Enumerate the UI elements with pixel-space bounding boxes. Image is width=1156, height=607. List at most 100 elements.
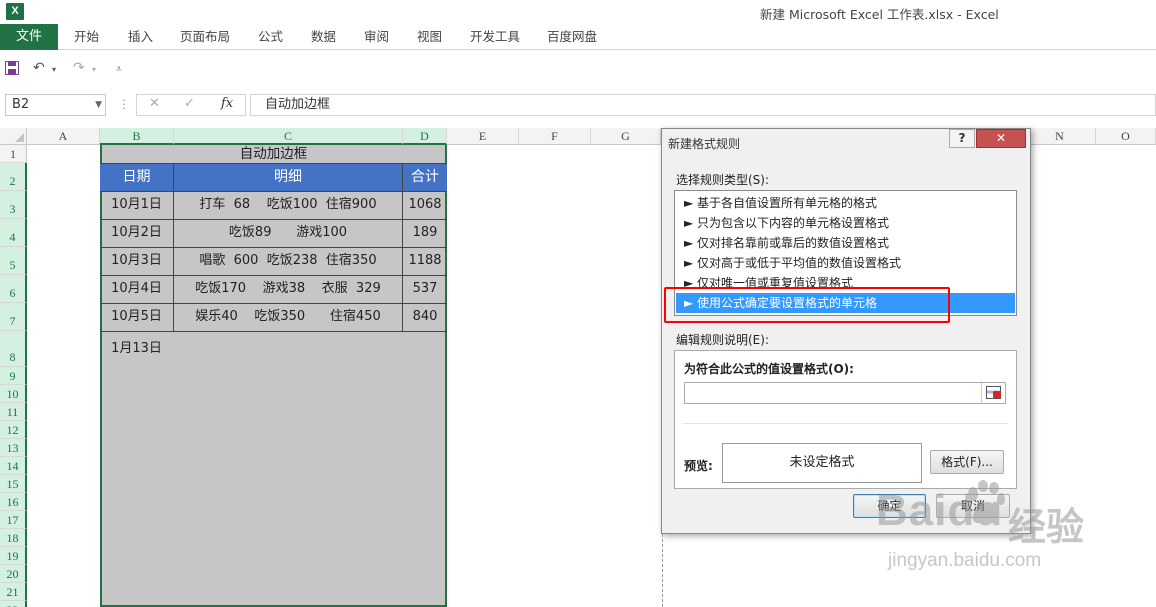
name-box-value: B2 bbox=[12, 97, 30, 112]
row-header-17[interactable]: 17 bbox=[0, 511, 27, 529]
preview-label: 预览: bbox=[684, 459, 713, 473]
formula-field[interactable] bbox=[684, 382, 1006, 404]
row-header-13[interactable]: 13 bbox=[0, 439, 27, 457]
cancel-button[interactable]: 取消 bbox=[936, 494, 1010, 518]
table-cell-detail[interactable]: 吃饭89 游戏100 bbox=[174, 219, 402, 247]
customize-icon[interactable]: ⩡ bbox=[116, 64, 122, 75]
formula-label: 为符合此公式的值设置格式(O): bbox=[684, 362, 854, 376]
select-all-corner[interactable] bbox=[0, 128, 27, 145]
tab-baidu-pan[interactable]: 百度网盘 bbox=[547, 24, 597, 50]
redo-dropdown-icon[interactable]: ▾ bbox=[92, 65, 96, 74]
table-title[interactable]: 自动加边框 bbox=[100, 145, 447, 163]
cancel-icon[interactable]: ✕ bbox=[149, 96, 160, 111]
tab-data[interactable]: 数据 bbox=[311, 24, 336, 50]
row-header-21[interactable]: 21 bbox=[0, 583, 27, 601]
ok-button[interactable]: 确定 bbox=[853, 494, 926, 518]
format-button[interactable]: 格式(F)... bbox=[930, 450, 1004, 474]
rule-item[interactable]: ► 仅对高于或低于平均值的数值设置格式 bbox=[676, 253, 1015, 273]
table-cell-total[interactable]: 1188 bbox=[403, 247, 447, 275]
edit-rule-label: 编辑规则说明(E): bbox=[676, 333, 769, 347]
row-header-14[interactable]: 14 bbox=[0, 457, 27, 475]
excel-window: X 新建 Microsoft Excel 工作表.xlsx - Excel 文件… bbox=[0, 0, 1156, 607]
highlight-box bbox=[664, 287, 950, 323]
table-cell-total[interactable]: 840 bbox=[403, 303, 447, 331]
table-cell-date[interactable]: 10月2日 bbox=[100, 219, 173, 247]
table-cell-detail[interactable]: 唱歌 600 吃饭238 住宿350 bbox=[174, 247, 402, 275]
insert-function-icon[interactable]: fx bbox=[221, 96, 233, 111]
excel-app-icon: X bbox=[6, 3, 24, 20]
row-header-3[interactable]: 3 bbox=[0, 191, 27, 219]
table-border bbox=[100, 163, 447, 164]
row-header-4[interactable]: 4 bbox=[0, 219, 27, 247]
column-header-f[interactable]: F bbox=[519, 128, 591, 145]
formula-input[interactable]: 自动加边框 bbox=[250, 94, 1156, 116]
row-header-5[interactable]: 5 bbox=[0, 247, 27, 275]
column-header-c[interactable]: C bbox=[174, 128, 403, 145]
save-icon[interactable] bbox=[5, 61, 19, 79]
table-cell-total[interactable]: 189 bbox=[403, 219, 447, 247]
header-total[interactable]: 合计 bbox=[403, 163, 447, 191]
table-cell-detail[interactable]: 娱乐40 吃饭350 住宿450 bbox=[174, 303, 402, 331]
table-cell-detail[interactable]: 吃饭170 游戏38 衣服 329 bbox=[174, 275, 402, 303]
enter-icon[interactable]: ✓ bbox=[184, 96, 195, 111]
table-cell-date[interactable]: 10月3日 bbox=[100, 247, 173, 275]
row-header-20[interactable]: 20 bbox=[0, 565, 27, 583]
column-header-o[interactable]: O bbox=[1096, 128, 1156, 145]
tab-home[interactable]: 开始 bbox=[74, 24, 99, 50]
row-header-7[interactable]: 7 bbox=[0, 303, 27, 331]
tab-formulas[interactable]: 公式 bbox=[258, 24, 283, 50]
rule-item[interactable]: ► 仅对排名靠前或靠后的数值设置格式 bbox=[676, 233, 1015, 253]
column-header-d[interactable]: D bbox=[403, 128, 447, 145]
dialog-title: 新建格式规则 bbox=[668, 137, 741, 151]
column-header-a[interactable]: A bbox=[27, 128, 100, 145]
range-select-icon[interactable] bbox=[981, 383, 1005, 403]
tab-developer[interactable]: 开发工具 bbox=[470, 24, 520, 50]
tab-page-layout[interactable]: 页面布局 bbox=[180, 24, 230, 50]
row-header-19[interactable]: 19 bbox=[0, 547, 27, 565]
close-button[interactable]: ✕ bbox=[976, 129, 1026, 148]
row-header-2[interactable]: 2 bbox=[0, 163, 27, 191]
row-header-10[interactable]: 10 bbox=[0, 385, 27, 403]
redo-icon[interactable]: ↷ bbox=[73, 60, 85, 76]
table-cell-detail[interactable]: 打车 68 吃饭100 住宿900 bbox=[174, 191, 402, 219]
row-header-12[interactable]: 12 bbox=[0, 421, 27, 439]
name-box[interactable]: B2 ▼ bbox=[5, 94, 106, 116]
formula-bar: B2 ▼ ⋮ ✕ ✓ fx 自动加边框 bbox=[0, 92, 1156, 118]
chevron-down-icon[interactable]: ▼ bbox=[95, 95, 102, 115]
row-header-8[interactable]: 8 bbox=[0, 331, 27, 367]
row-header-16[interactable]: 16 bbox=[0, 493, 27, 511]
window-title: 新建 Microsoft Excel 工作表.xlsx - Excel bbox=[760, 7, 999, 22]
quick-access-toolbar: ↶ ▾ ↷ ▾ ⩡ bbox=[0, 56, 200, 84]
table-cell-date[interactable]: 10月4日 bbox=[100, 275, 173, 303]
undo-dropdown-icon[interactable]: ▾ bbox=[52, 65, 56, 74]
tab-file[interactable]: 文件 bbox=[0, 24, 58, 50]
table-cell-date[interactable]: 10月5日 bbox=[100, 303, 173, 331]
tab-insert[interactable]: 插入 bbox=[128, 24, 153, 50]
row-header-6[interactable]: 6 bbox=[0, 275, 27, 303]
row-header-18[interactable]: 18 bbox=[0, 529, 27, 547]
help-button[interactable]: ? bbox=[949, 129, 975, 148]
column-header-g[interactable]: G bbox=[591, 128, 661, 145]
table-cell-total[interactable]: 537 bbox=[403, 275, 447, 303]
row-header-9[interactable]: 9 bbox=[0, 367, 27, 385]
tab-review[interactable]: 审阅 bbox=[364, 24, 389, 50]
tab-view[interactable]: 视图 bbox=[417, 24, 442, 50]
rule-item[interactable]: ► 只为包含以下内容的单元格设置格式 bbox=[676, 213, 1015, 233]
column-header-e[interactable]: E bbox=[447, 128, 519, 145]
column-header-n[interactable]: N bbox=[1024, 128, 1096, 145]
header-detail[interactable]: 明细 bbox=[174, 163, 403, 191]
row-header-15[interactable]: 15 bbox=[0, 475, 27, 493]
column-header-b[interactable]: B bbox=[100, 128, 174, 145]
row-header-11[interactable]: 11 bbox=[0, 403, 27, 421]
divider bbox=[683, 423, 1008, 424]
extra-cell[interactable]: 1月13日 bbox=[100, 337, 173, 361]
table-cell-date[interactable]: 10月1日 bbox=[100, 191, 173, 219]
table-cell-total[interactable]: 1068 bbox=[403, 191, 447, 219]
undo-icon[interactable]: ↶ bbox=[33, 60, 45, 76]
row-header-1[interactable]: 1 bbox=[0, 145, 27, 163]
row-header-22[interactable]: 22 bbox=[0, 601, 27, 607]
rule-item[interactable]: ► 基于各自值设置所有单元格的格式 bbox=[676, 193, 1015, 213]
header-date[interactable]: 日期 bbox=[100, 163, 174, 191]
formula-buttons: ✕ ✓ fx bbox=[136, 94, 246, 116]
table-border bbox=[100, 331, 447, 332]
